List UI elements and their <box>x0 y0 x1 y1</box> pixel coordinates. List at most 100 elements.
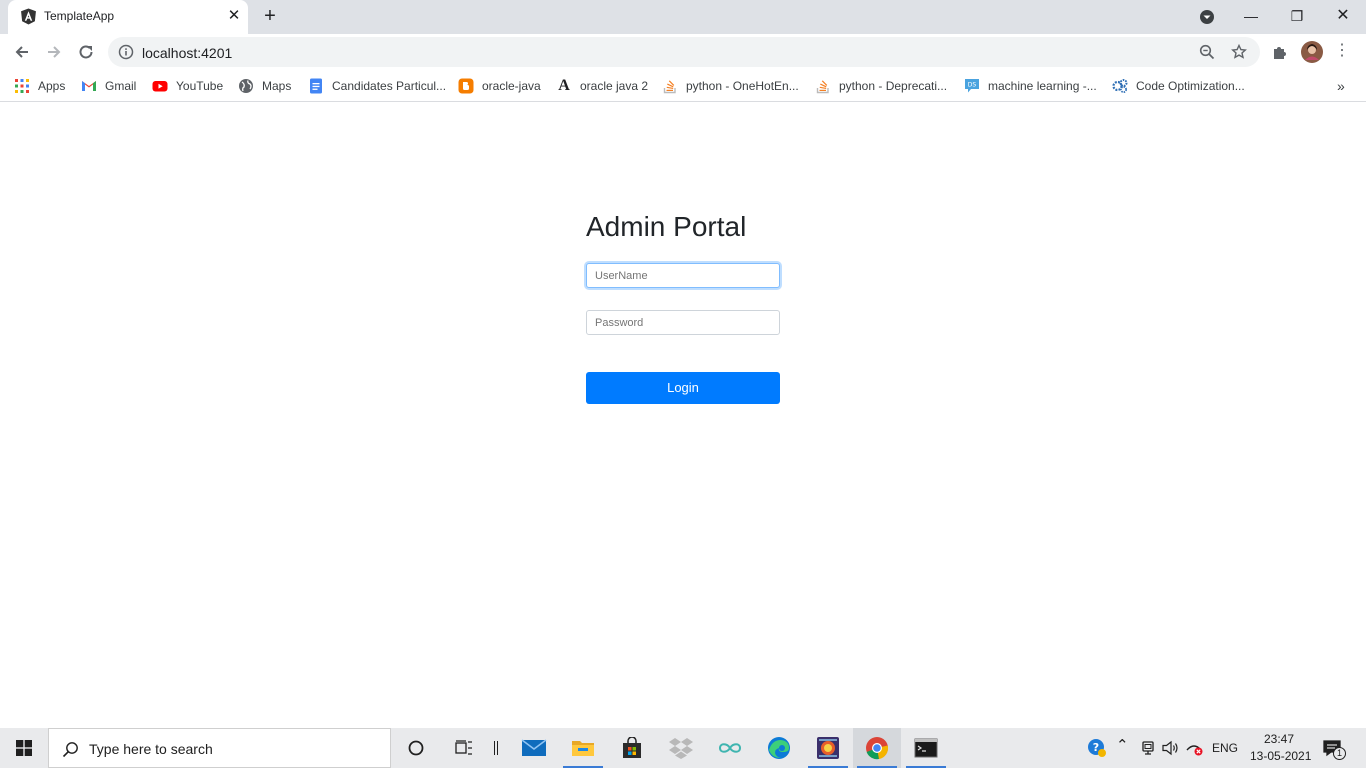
browser-tab[interactable]: TemplateApp ✕ <box>8 0 248 34</box>
dropbox-button[interactable] <box>657 728 705 768</box>
stackoverflow-icon <box>816 80 829 94</box>
bookmark-candidates[interactable]: Candidates Particul... <box>308 76 446 96</box>
dropbox-icon <box>669 738 693 759</box>
chevron-up-icon[interactable]: ⌃ <box>1116 736 1129 754</box>
windows-taskbar: Type here to search ? ⌃ ENG 23:47 13-05-… <box>0 728 1366 768</box>
more-vertical-icon: ⋮ <box>1334 42 1350 59</box>
arrow-left-icon <box>15 46 28 58</box>
volume-icon[interactable] <box>1162 740 1180 756</box>
gmail-icon <box>82 81 96 91</box>
windows-logo-icon <box>16 740 32 756</box>
password-input[interactable] <box>586 310 780 335</box>
language-indicator[interactable]: ENG <box>1212 741 1238 755</box>
game-app-icon <box>817 737 839 759</box>
reload-icon <box>79 45 93 59</box>
bookmark-oracle-java-2[interactable]: A oracle java 2 <box>556 76 648 96</box>
restore-button[interactable]: ❐ <box>1274 3 1320 29</box>
infinity-icon <box>718 743 742 753</box>
network-disconnected-icon[interactable] <box>1185 740 1205 756</box>
zoom-icon[interactable] <box>1199 44 1215 60</box>
bookmark-label: Maps <box>262 79 292 93</box>
browser-toolbar: localhost:4201 ⋮ <box>0 34 1366 70</box>
help-status-icon[interactable]: ? <box>1087 738 1107 758</box>
arrow-right-icon <box>48 46 61 58</box>
angular-logo-icon <box>21 8 36 25</box>
edge-icon <box>768 737 790 759</box>
bookmark-apps[interactable]: Apps <box>14 76 65 96</box>
bookmarks-overflow-button[interactable]: » <box>1337 76 1345 96</box>
store-bag-icon <box>623 737 641 758</box>
puzzle-icon <box>1274 47 1286 59</box>
avatar-icon <box>1301 41 1323 63</box>
bookmark-label: python - Deprecati... <box>839 79 948 93</box>
chrome-icon <box>866 737 889 760</box>
bookmark-code-optimization[interactable]: Code Optimization... <box>1112 76 1245 96</box>
reload-button[interactable] <box>74 40 98 64</box>
notification-center-button[interactable]: 1 <box>1322 738 1346 760</box>
clock-time[interactable]: 23:47 <box>1264 732 1294 746</box>
microsoft-store-button[interactable] <box>608 728 656 768</box>
bookmark-python-onehot[interactable]: python - OneHotEn... <box>662 76 799 96</box>
bookmark-gmail[interactable]: Gmail <box>81 76 136 96</box>
folder-icon <box>572 741 594 756</box>
bookmark-oracle-java[interactable]: oracle-java <box>458 76 541 96</box>
bookmark-youtube[interactable]: YouTube <box>152 76 223 96</box>
close-tab-icon[interactable]: ✕ <box>226 8 242 24</box>
chevron-down-circle-icon <box>1200 10 1214 24</box>
cortana-button[interactable] <box>392 728 440 768</box>
tab-title: TemplateApp <box>44 9 115 23</box>
profile-avatar[interactable] <box>1300 40 1324 64</box>
youtube-icon <box>152 81 168 92</box>
bookmark-maps[interactable]: Maps <box>238 76 291 96</box>
start-button[interactable] <box>0 728 48 768</box>
bookmark-label: python - OneHotEn... <box>686 79 799 93</box>
bookmark-star-icon[interactable] <box>1231 44 1247 60</box>
chrome-browser-button[interactable] <box>853 728 901 768</box>
browser-menu-button[interactable]: ⋮ <box>1330 40 1354 64</box>
url-text: localhost:4201 <box>142 45 233 61</box>
bookmark-machine-learning[interactable]: DS machine learning -... <box>964 76 1097 96</box>
mail-icon <box>521 739 547 756</box>
username-input[interactable] <box>586 263 780 288</box>
device-icon[interactable] <box>1140 740 1156 756</box>
datascience-icon: DS <box>965 79 979 93</box>
minimize-button[interactable]: — <box>1228 3 1274 29</box>
page-title: Admin Portal <box>586 211 747 242</box>
gear-cluster-icon <box>1112 79 1128 93</box>
apps-grid-icon <box>15 79 29 93</box>
bookmark-label: Candidates Particul... <box>332 79 447 93</box>
bookmark-label: oracle java 2 <box>580 79 649 93</box>
arduino-app-button[interactable] <box>706 728 754 768</box>
stackoverflow-icon <box>663 80 676 94</box>
address-bar[interactable]: localhost:4201 <box>108 37 1260 67</box>
close-window-button[interactable]: ✕ <box>1320 3 1366 29</box>
login-button[interactable]: Login <box>586 372 780 404</box>
edge-browser-button[interactable] <box>755 728 803 768</box>
back-button[interactable] <box>10 40 34 64</box>
bookmark-label: YouTube <box>176 79 224 93</box>
clock-date[interactable]: 13-05-2021 <box>1250 749 1311 763</box>
notification-badge: 1 <box>1333 747 1346 760</box>
docs-icon <box>310 78 322 94</box>
forward-button[interactable] <box>42 40 66 64</box>
bookmark-python-deprecation[interactable]: python - Deprecati... <box>815 76 947 96</box>
file-explorer-button[interactable] <box>559 728 607 768</box>
task-view-icon <box>455 740 472 755</box>
bar-separator-icon <box>494 741 498 755</box>
browser-tab-strip: TemplateApp ✕ + — ❐ ✕ <box>0 0 1366 34</box>
bookmark-label: machine learning -... <box>988 79 1097 93</box>
letter-a-icon: A <box>558 77 570 94</box>
command-prompt-icon <box>914 738 938 758</box>
bookmark-label: oracle-java <box>482 79 541 93</box>
tab-search-button[interactable] <box>1184 3 1230 29</box>
extensions-button[interactable] <box>1268 40 1292 64</box>
colorful-app-button[interactable] <box>804 728 852 768</box>
search-placeholder: Type here to search <box>89 741 213 757</box>
bookmarks-bar: Apps Gmail YouTube Maps Candidates Parti… <box>0 70 1366 102</box>
page-content: Admin Portal Login <box>0 103 1366 728</box>
terminal-app-button[interactable] <box>902 728 950 768</box>
search-icon <box>62 742 78 758</box>
new-tab-button[interactable]: + <box>259 5 281 27</box>
taskbar-search-box[interactable]: Type here to search <box>48 728 391 768</box>
mail-app-button[interactable] <box>510 728 558 768</box>
